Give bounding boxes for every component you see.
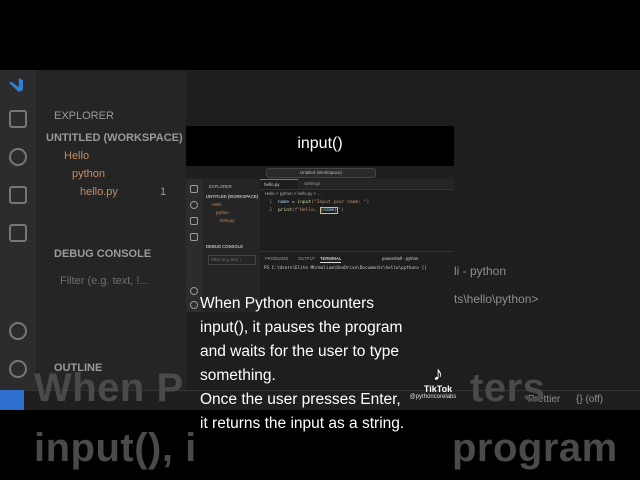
tiktok-handle: @pythoncorelabs — [409, 394, 457, 400]
account-icon[interactable] — [190, 287, 198, 295]
tab-hello-py[interactable]: hello.py — [260, 179, 298, 189]
debug-console-header[interactable]: DEBUG CONSOLE — [206, 244, 243, 249]
inner-titlebar: Untitled (Workspace) — [186, 166, 454, 180]
file-hello-py[interactable]: hello.py — [220, 218, 234, 223]
run-debug-icon[interactable] — [190, 233, 198, 241]
bg-folder-hello[interactable]: Hello — [64, 150, 89, 162]
tiktok-watermark: ♪ TikTok @pythoncorelabs — [410, 363, 458, 400]
code-token: {name} — [319, 207, 339, 214]
line-number: 1 — [269, 200, 272, 205]
folder-python[interactable]: python — [216, 210, 229, 215]
code-token: ") — [338, 208, 344, 213]
bg-terminal-label[interactable]: li - python — [454, 264, 506, 278]
shadow-caption-line1-end: ters — [470, 366, 546, 410]
bg-workspace-label[interactable]: UNTITLED (WORKSPACE) — [46, 132, 183, 144]
tiktok-logo-icon: ♪ — [433, 363, 443, 385]
bg-status-off[interactable]: {} (off) — [576, 394, 603, 405]
explorer-header: EXPLORER — [209, 184, 232, 189]
editor-tabs: hello.py Settings — [260, 179, 454, 190]
search-icon[interactable] — [9, 148, 27, 166]
caption-line: When Python encounters — [200, 295, 375, 312]
bg-terminal-path: ts\hello\python> — [454, 292, 539, 306]
run-debug-icon[interactable] — [9, 224, 27, 242]
code-line-2[interactable]: 2 print(f"Hello, {name}") — [262, 207, 344, 214]
bg-debug-console-header[interactable]: DEBUG CONSOLE — [54, 248, 151, 260]
code-token: input — [297, 200, 312, 205]
tab-settings[interactable]: Settings — [300, 179, 324, 189]
files-icon[interactable] — [9, 110, 27, 128]
search-icon[interactable] — [190, 201, 198, 209]
code-token: ("Input your name: ") — [311, 200, 370, 205]
line-number: 2 — [269, 208, 272, 213]
terminal-prompt[interactable]: PS C:\Users\Elite Mhrmalium\OneDrive\Doc… — [264, 266, 427, 271]
vscode-logo-icon — [9, 78, 23, 92]
video-caption: When Python encounters input(), it pause… — [200, 292, 450, 436]
code-token: (f"Hello, — [291, 208, 320, 213]
command-search-input[interactable]: Untitled (Workspace) — [266, 168, 376, 178]
bg-file-hello-py[interactable]: hello.py — [80, 186, 118, 198]
source-control-icon[interactable] — [190, 217, 198, 225]
folder-hello[interactable]: Hello — [212, 202, 222, 207]
breadcrumb[interactable]: Hello > python > hello.py > ... — [265, 191, 321, 196]
shadow-caption-line2-end: program — [452, 426, 618, 470]
inner-vscode-window: Untitled (Workspace) EXPLORER UNTITLED (… — [186, 166, 454, 312]
panel-tab-terminal[interactable]: TERMINAL — [320, 256, 342, 263]
bg-sidebar: EXPLORER UNTITLED (WORKSPACE) Hello pyth… — [36, 70, 186, 410]
shadow-caption-line1: When P — [34, 366, 184, 410]
remote-indicator[interactable] — [0, 390, 24, 410]
bg-folder-python[interactable]: python — [72, 168, 105, 180]
code-token: name — [278, 200, 290, 205]
files-icon[interactable] — [190, 185, 198, 193]
settings-gear-icon[interactable] — [190, 301, 198, 309]
terminal-instance-label[interactable]: powershell - python — [382, 256, 418, 261]
bg-file-badge: 1 — [160, 186, 167, 198]
caption-line: something. — [200, 367, 276, 384]
bg-activity-bar — [0, 70, 36, 410]
tiktok-name: TikTok — [423, 384, 453, 394]
code-token: print — [278, 208, 292, 213]
caption-line: it returns the input as a string. — [200, 415, 405, 432]
bg-explorer-header: EXPLORER — [54, 110, 114, 122]
panel-tab-problems[interactable]: PROBLEMS — [265, 256, 288, 261]
source-control-icon[interactable] — [9, 186, 27, 204]
panel-tab-output[interactable]: OUTPUT — [298, 256, 315, 261]
caption-line: input(), it pauses the program — [200, 319, 403, 336]
debug-filter-input[interactable]: Filter (e.g. text, !... — [208, 255, 256, 265]
video-heading: input() — [186, 126, 454, 166]
settings-gear-icon[interactable] — [9, 360, 27, 378]
bg-filter-input[interactable]: Filter (e.g. text, !... — [60, 275, 149, 287]
code-line-1[interactable]: 1 name = input("Input your name: ") — [262, 200, 369, 205]
caption-line: Once the user presses Enter, — [200, 391, 401, 408]
caption-line: and waits for the user to type — [200, 343, 400, 360]
workspace-label[interactable]: UNTITLED (WORKSPACE) — [206, 194, 258, 199]
account-icon[interactable] — [9, 322, 27, 340]
shadow-caption-line2: input(), i — [34, 426, 197, 470]
